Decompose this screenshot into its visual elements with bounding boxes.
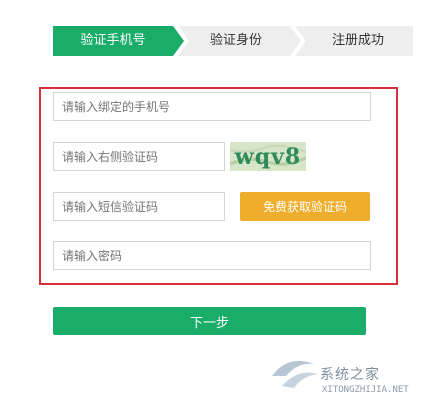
next-step-button[interactable]: 下一步 bbox=[53, 307, 366, 335]
password-input[interactable] bbox=[53, 241, 371, 270]
registration-stepper: 验证手机号 验证身份 注册成功 bbox=[53, 26, 413, 56]
phone-input[interactable] bbox=[53, 92, 371, 121]
captcha-input[interactable] bbox=[53, 142, 225, 171]
captcha-image[interactable]: wqv8 bbox=[230, 142, 306, 171]
watermark-text: 系统之家 bbox=[320, 367, 380, 383]
step-verify-identity: 验证身份 bbox=[209, 33, 262, 48]
watermark-swoosh bbox=[282, 372, 318, 388]
captcha-text: wqv8 bbox=[234, 144, 301, 170]
step-register-success: 注册成功 bbox=[331, 33, 384, 48]
watermark-url: XITONGZHIJIA.NET bbox=[322, 385, 409, 395]
get-sms-code-button[interactable]: 免费获取验证码 bbox=[240, 192, 370, 221]
step-verify-phone: 验证手机号 bbox=[80, 33, 146, 48]
sms-code-input[interactable] bbox=[53, 192, 225, 221]
